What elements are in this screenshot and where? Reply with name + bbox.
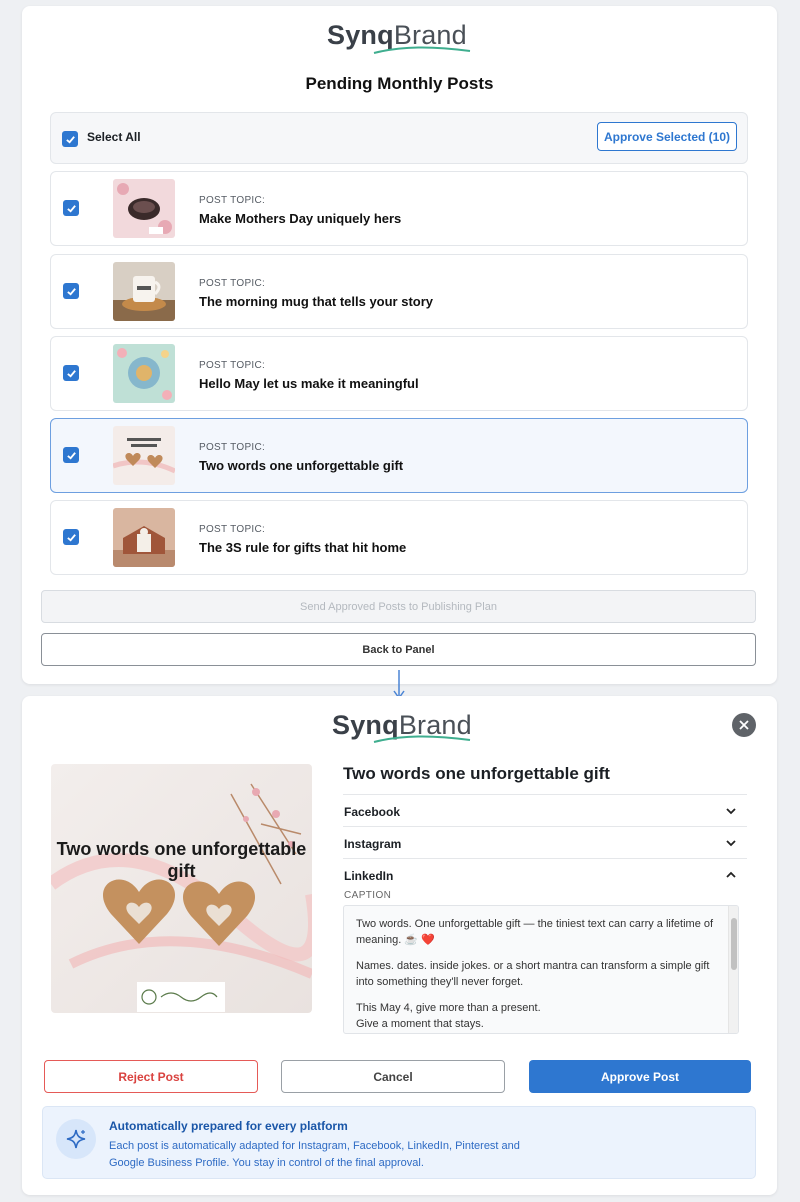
- chevron-down-icon: [726, 808, 736, 815]
- select-all-label: Select All: [87, 130, 141, 144]
- platform-name: LinkedIn: [344, 869, 394, 883]
- info-banner: Automatically prepared for every platfor…: [42, 1106, 756, 1179]
- post-topic-title: The 3S rule for gifts that hit home: [199, 540, 407, 555]
- post-topic-label: POST TOPIC:: [199, 442, 266, 453]
- close-button[interactable]: [732, 713, 756, 737]
- platform-name: Instagram: [344, 837, 402, 851]
- post-title: Two words one unforgettable gift: [343, 764, 610, 783]
- post-checkbox[interactable]: [63, 365, 79, 381]
- post-topic-label: POST TOPIC:: [199, 360, 266, 371]
- page-title: Pending Monthly Posts: [305, 74, 494, 93]
- select-all-checkbox[interactable]: [62, 131, 78, 147]
- info-title: Automatically prepared for every platfor…: [109, 1119, 348, 1133]
- post-detail-panel: SynqBrand Two words one unforgettable gi…: [22, 696, 777, 1195]
- approve-post-button[interactable]: Approve Post: [529, 1060, 751, 1093]
- platform-facebook[interactable]: Facebook: [343, 794, 747, 826]
- send-approved-button[interactable]: Send Approved Posts to Publishing Plan: [41, 590, 756, 623]
- caption-label: CAPTION: [344, 890, 392, 901]
- check-icon: [66, 451, 76, 460]
- back-to-panel-button[interactable]: Back to Panel: [41, 633, 756, 666]
- caption-scrollbar[interactable]: [728, 906, 738, 1033]
- info-text: Each post is automatically adapted for I…: [109, 1140, 520, 1169]
- post-row-selected[interactable]: POST TOPIC: Two words one unforgettable …: [50, 418, 748, 493]
- post-thumbnail: [113, 508, 175, 567]
- post-thumbnail: [113, 426, 175, 485]
- select-all-bar: Select All Approve Selected (10): [50, 112, 748, 164]
- post-topic-label: POST TOPIC:: [199, 195, 266, 206]
- post-topic-title: Two words one unforgettable gift: [199, 458, 404, 473]
- scrollbar-thumb[interactable]: [731, 918, 737, 970]
- check-icon: [65, 135, 75, 144]
- post-checkbox[interactable]: [63, 200, 79, 216]
- reject-post-button[interactable]: Reject Post: [44, 1060, 258, 1093]
- caption-paragraph: Names. dates. inside jokes. or a short m…: [356, 960, 710, 988]
- post-checkbox[interactable]: [63, 283, 79, 299]
- post-thumbnail: [113, 344, 175, 403]
- post-topic-title: The morning mug that tells your story: [199, 294, 434, 309]
- platform-instagram[interactable]: Instagram: [343, 826, 747, 858]
- cancel-button[interactable]: Cancel: [281, 1060, 505, 1093]
- post-topic-label: POST TOPIC:: [199, 278, 266, 289]
- post-thumbnail: [113, 179, 175, 238]
- close-icon: [739, 720, 749, 730]
- post-thumbnail: [113, 262, 175, 321]
- post-topic-title: Make Mothers Day uniquely hers: [199, 211, 402, 226]
- post-row[interactable]: POST TOPIC: Make Mothers Day uniquely he…: [50, 171, 748, 246]
- platform-linkedin[interactable]: LinkedIn: [343, 858, 747, 890]
- post-row[interactable]: POST TOPIC: The 3S rule for gifts that h…: [50, 500, 748, 575]
- sparkle-icon: [56, 1119, 96, 1159]
- post-row[interactable]: POST TOPIC: Hello May let us make it mea…: [50, 336, 748, 411]
- check-icon: [66, 369, 76, 378]
- post-checkbox[interactable]: [63, 447, 79, 463]
- post-topic-title: Hello May let us make it meaningful: [199, 376, 419, 391]
- chevron-up-icon: [726, 871, 736, 878]
- check-icon: [66, 533, 76, 542]
- preview-overlay-text: Two words one unforgettable gift: [56, 839, 307, 881]
- chevron-down-icon: [726, 840, 736, 847]
- logo-swoosh-icon: [373, 735, 471, 743]
- check-icon: [66, 287, 76, 296]
- check-icon: [66, 204, 76, 213]
- approve-selected-button[interactable]: Approve Selected (10): [597, 122, 737, 151]
- caption-paragraph: This May 4, give more than a present. Gi…: [356, 1002, 541, 1030]
- caption-textarea[interactable]: Two words. One unforgettable gift — the …: [343, 905, 739, 1034]
- post-topic-label: POST TOPIC:: [199, 524, 266, 535]
- pending-posts-panel: SynqBrand Pending Monthly Posts Select A…: [22, 6, 777, 684]
- post-row[interactable]: POST TOPIC: The morning mug that tells y…: [50, 254, 748, 329]
- caption-paragraph: Two words. One unforgettable gift — the …: [356, 918, 714, 946]
- platform-name: Facebook: [344, 805, 401, 819]
- logo-swoosh-icon: [373, 46, 471, 54]
- post-preview-image: Two words one unforgettable gift: [51, 764, 312, 1013]
- post-checkbox[interactable]: [63, 529, 79, 545]
